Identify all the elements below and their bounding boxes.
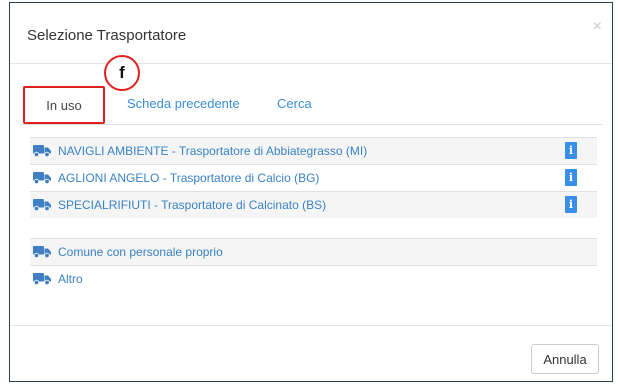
- tab-in-uso[interactable]: In uso: [23, 86, 105, 124]
- tab-bar: In uso Scheda precedente Cerca: [20, 86, 602, 125]
- transporter-label: AGLIONI ANGELO - Trasportatore di Calcio…: [58, 171, 320, 185]
- truck-icon: [33, 199, 51, 211]
- list-item[interactable]: NAVIGLI AMBIENTE - Trasportatore di Abbi…: [30, 137, 597, 164]
- list-item[interactable]: Comune con personale proprio: [30, 238, 597, 265]
- dialog-title: Selezione Trasportatore: [27, 27, 187, 44]
- truck-icon: [33, 172, 51, 184]
- option-label: Altro: [58, 272, 83, 286]
- list-item[interactable]: AGLIONI ANGELO - Trasportatore di Calcio…: [30, 164, 597, 191]
- other-options-list: Comune con personale proprio Altro: [30, 238, 597, 292]
- tab-cerca[interactable]: Cerca: [277, 86, 312, 124]
- annotation-marker: f: [104, 55, 140, 91]
- transporter-label: SPECIALRIFIUTI - Trasportatore di Calcin…: [58, 198, 327, 212]
- list-item[interactable]: SPECIALRIFIUTI - Trasportatore di Calcin…: [30, 191, 597, 218]
- info-button[interactable]: i: [565, 169, 577, 186]
- truck-icon: [33, 246, 51, 258]
- transporter-list: NAVIGLI AMBIENTE - Trasportatore di Abbi…: [30, 137, 597, 218]
- footer-divider: [10, 325, 612, 326]
- header-divider: [10, 63, 612, 64]
- cancel-button[interactable]: Annulla: [531, 344, 599, 374]
- info-button[interactable]: i: [565, 196, 577, 213]
- list-item[interactable]: Altro: [30, 265, 597, 292]
- transporter-dialog: Selezione Trasportatore × f In uso Sched…: [9, 2, 613, 382]
- truck-icon: [33, 145, 51, 157]
- truck-icon: [33, 273, 51, 285]
- option-label: Comune con personale proprio: [58, 245, 223, 259]
- tab-scheda-precedente[interactable]: Scheda precedente: [127, 86, 240, 124]
- info-button[interactable]: i: [565, 142, 577, 159]
- transporter-label: NAVIGLI AMBIENTE - Trasportatore di Abbi…: [58, 144, 368, 158]
- close-button[interactable]: ×: [593, 19, 602, 35]
